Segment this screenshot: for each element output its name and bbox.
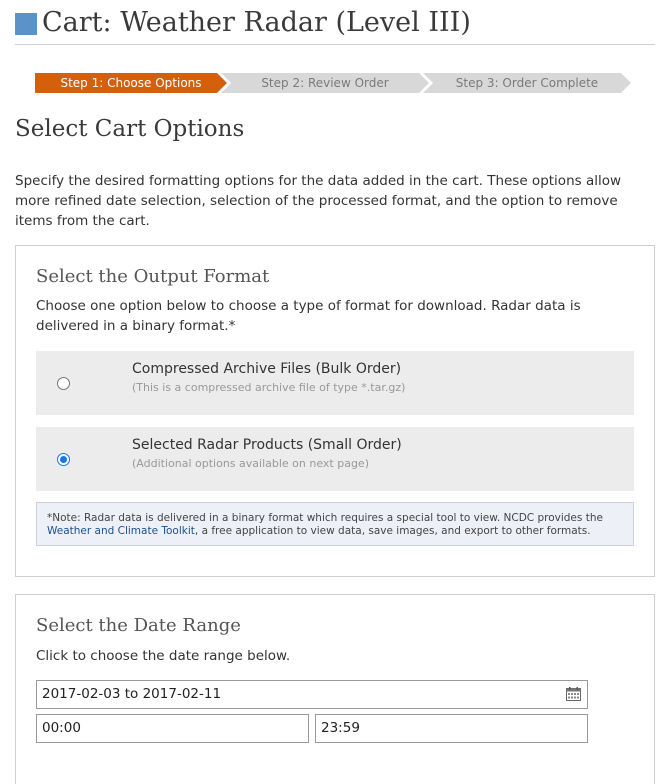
checkout-steps: Step 1: Choose Options Step 2: Review Or… — [35, 73, 635, 93]
option-title: Selected Radar Products (Small Order) — [132, 437, 402, 453]
page-header: Cart: Weather Radar (Level III) — [15, 6, 655, 45]
end-time-input[interactable]: 23:59 — [315, 714, 588, 743]
page-title: Cart: Weather Radar (Level III) — [42, 7, 471, 38]
output-format-heading: Select the Output Format — [36, 266, 270, 287]
date-range-panel: Select the Date Range Click to choose th… — [15, 594, 655, 784]
date-range-description: Click to choose the date range below. — [36, 648, 291, 664]
option-subtitle: (This is a compressed archive file of ty… — [132, 381, 406, 394]
weather-climate-toolkit-link[interactable]: Weather and Climate Toolkit — [47, 525, 195, 537]
option-title: Compressed Archive Files (Bulk Order) — [132, 361, 402, 377]
intro-text: Specify the desired formatting options f… — [15, 173, 622, 229]
section-heading: Select Cart Options — [15, 116, 245, 142]
bulk-order-radio[interactable] — [57, 377, 70, 390]
binary-format-note: *Note: Radar data is delivered in a bina… — [36, 502, 634, 546]
step-order-complete: Step 3: Order Complete — [423, 73, 631, 93]
option-bulk-order[interactable]: Compressed Archive Files (Bulk Order) (T… — [36, 351, 634, 415]
note-text-end: , a free application to view data, save … — [194, 525, 591, 537]
note-text: *Note: Radar data is delivered in a bina… — [47, 512, 603, 524]
output-format-description: Choose one option below to choose a type… — [36, 298, 581, 334]
step-choose-options: Step 1: Choose Options — [35, 73, 227, 93]
start-time-input[interactable]: 00:00 — [36, 714, 309, 743]
date-range-heading: Select the Date Range — [36, 615, 241, 636]
small-order-radio[interactable] — [57, 453, 70, 466]
date-range-input[interactable]: 2017-02-03 to 2017-02-11 — [36, 680, 588, 709]
date-range-value: 2017-02-03 to 2017-02-11 — [42, 686, 222, 702]
step-review-order: Step 2: Review Order — [221, 73, 429, 93]
brand-square-icon — [15, 13, 37, 35]
calendar-icon[interactable] — [566, 687, 581, 701]
option-small-order[interactable]: Selected Radar Products (Small Order) (A… — [36, 427, 634, 491]
option-subtitle: (Additional options available on next pa… — [132, 457, 369, 470]
output-format-panel: Select the Output Format Choose one opti… — [15, 245, 655, 577]
